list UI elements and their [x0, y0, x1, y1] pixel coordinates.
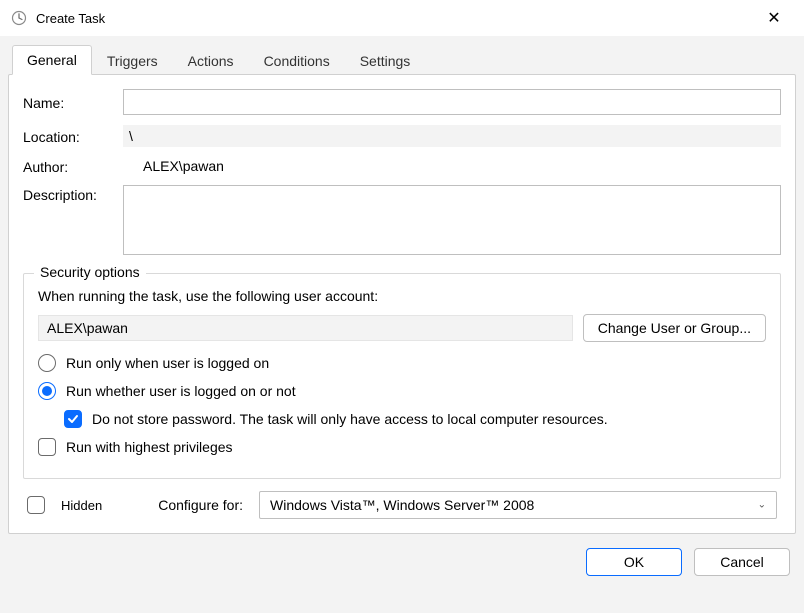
security-options-group: Security options When running the task, …	[23, 273, 781, 479]
radio-run-whether-label: Run whether user is logged on or not	[66, 383, 296, 399]
description-label: Description:	[23, 185, 123, 203]
checkbox-highest-privileges-label: Run with highest privileges	[66, 439, 233, 455]
description-input[interactable]	[123, 185, 781, 255]
tab-settings[interactable]: Settings	[345, 46, 426, 75]
checkbox-do-not-store-label: Do not store password. The task will onl…	[92, 411, 608, 427]
user-account-field: ALEX\pawan	[38, 315, 573, 341]
author-label: Author:	[23, 157, 123, 175]
run-account-text: When running the task, use the following…	[38, 288, 766, 304]
checkbox-hidden-label: Hidden	[61, 498, 102, 513]
tab-actions[interactable]: Actions	[173, 46, 249, 75]
name-input[interactable]	[123, 89, 781, 115]
tab-conditions[interactable]: Conditions	[249, 46, 345, 75]
security-options-legend: Security options	[34, 264, 146, 280]
tab-triggers[interactable]: Triggers	[92, 46, 173, 75]
location-value: \	[123, 125, 781, 147]
dialog-footer: OK Cancel	[8, 548, 796, 576]
name-label: Name:	[23, 93, 123, 111]
task-scheduler-icon	[10, 9, 28, 27]
configure-for-value: Windows Vista™, Windows Server™ 2008	[270, 497, 534, 513]
location-label: Location:	[23, 127, 123, 145]
ok-button[interactable]: OK	[586, 548, 682, 576]
tab-general[interactable]: General	[12, 45, 92, 75]
checkbox-hidden[interactable]	[27, 496, 45, 514]
checkbox-do-not-store-password[interactable]	[64, 410, 82, 428]
configure-for-select[interactable]: Windows Vista™, Windows Server™ 2008 ⌄	[259, 491, 777, 519]
configure-for-label: Configure for:	[158, 497, 243, 513]
checkbox-highest-privileges[interactable]	[38, 438, 56, 456]
radio-run-logged-on[interactable]	[38, 354, 56, 372]
radio-run-logged-on-label: Run only when user is logged on	[66, 355, 269, 371]
close-icon[interactable]: ✕	[754, 8, 794, 28]
tabpanel-general: Name: Location: \ Author: ALEX\pawan Des…	[8, 74, 796, 534]
titlebar: Create Task ✕	[0, 0, 804, 36]
client-area: General Triggers Actions Conditions Sett…	[0, 36, 804, 613]
tabstrip: General Triggers Actions Conditions Sett…	[8, 44, 796, 74]
change-user-button[interactable]: Change User or Group...	[583, 314, 766, 342]
author-value: ALEX\pawan	[123, 158, 781, 174]
cancel-button[interactable]: Cancel	[694, 548, 790, 576]
radio-run-whether[interactable]	[38, 382, 56, 400]
chevron-down-icon: ⌄	[758, 500, 766, 511]
window-title: Create Task	[36, 11, 754, 26]
